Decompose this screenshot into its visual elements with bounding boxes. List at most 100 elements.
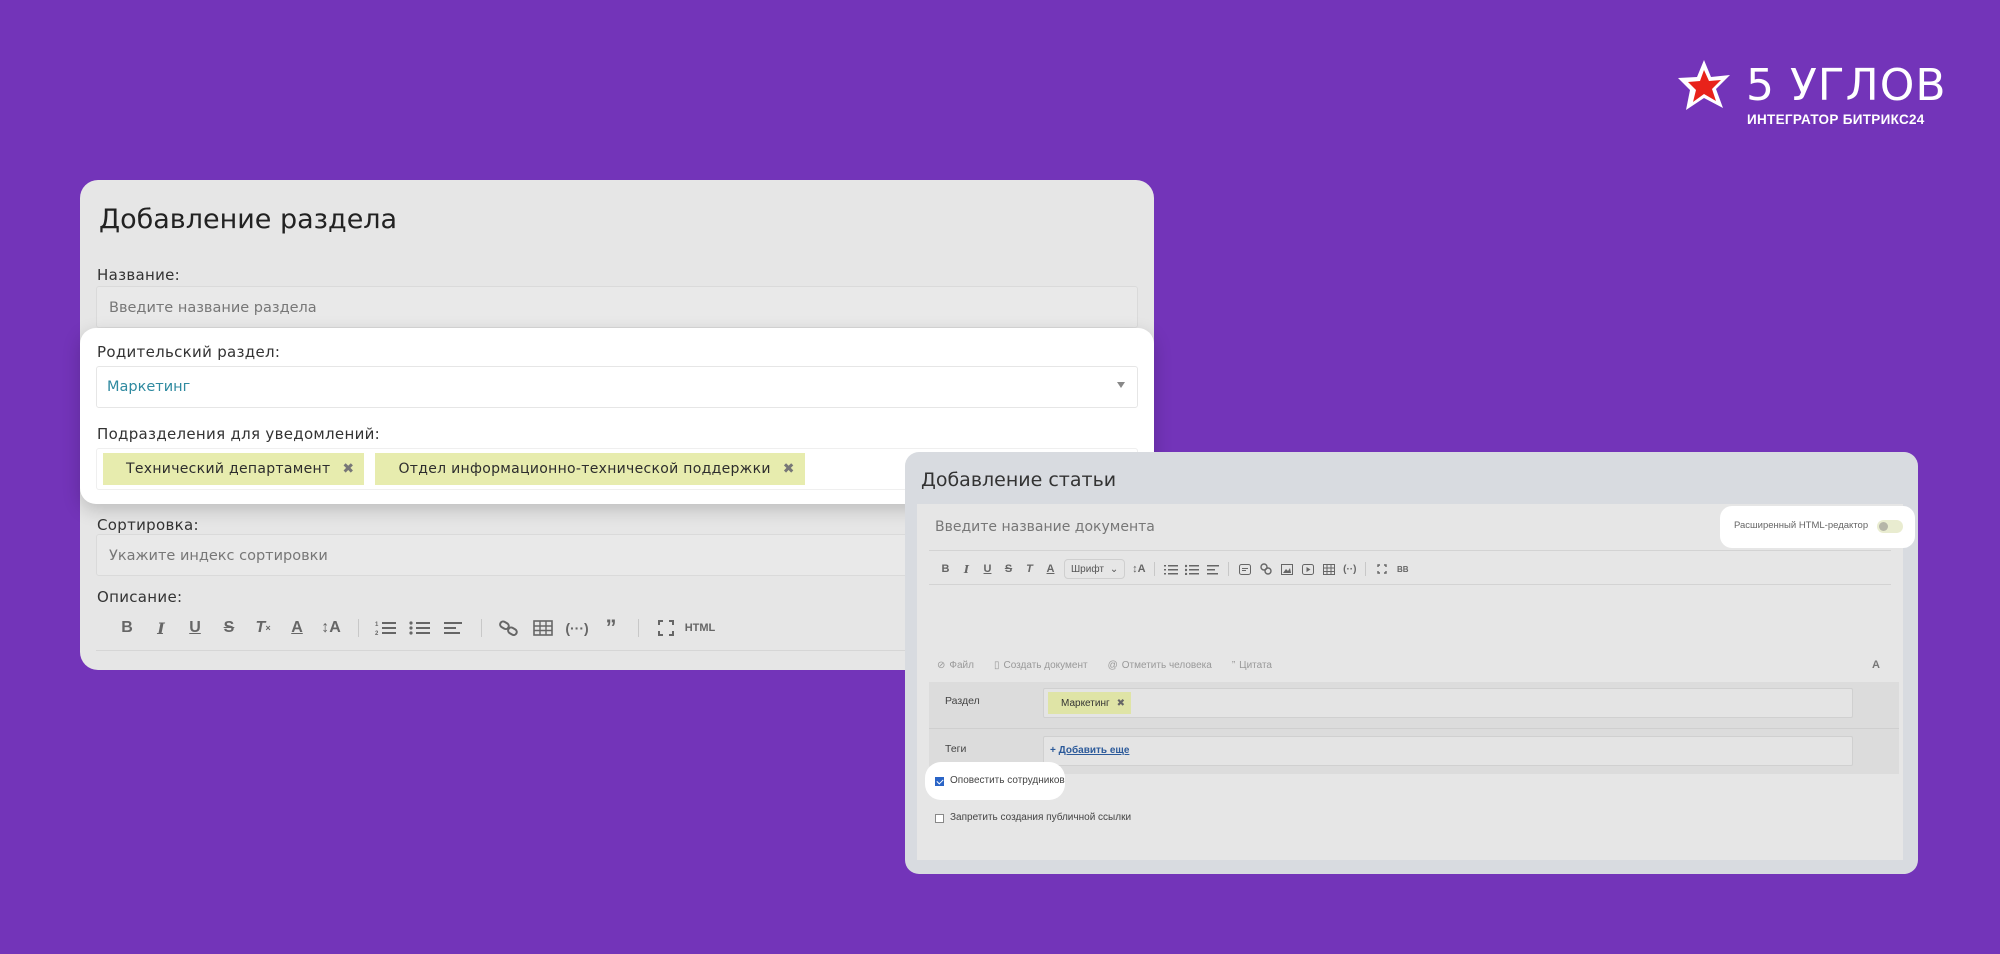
brand-tagline: ИНТЕГРАТОР БИТРИКС24 — [1747, 112, 1925, 127]
chevron-down-icon: ⌄ — [1109, 563, 1119, 575]
bold-icon[interactable]: B — [935, 559, 956, 579]
parent-section-label: Родительский раздел: — [97, 343, 281, 361]
ordered-list-icon[interactable]: 12 — [369, 616, 403, 640]
toolbar-divider — [481, 619, 482, 637]
description-toolbar: B I U S T × A ↕A 12 (···) ” HTML — [110, 615, 717, 640]
section-name-input[interactable]: Введите название раздела — [96, 286, 1138, 328]
image-icon[interactable] — [1276, 559, 1297, 579]
strikethrough-icon[interactable]: S — [998, 559, 1019, 579]
italic-icon[interactable]: I — [144, 616, 178, 640]
sort-label: Сортировка: — [97, 516, 199, 534]
add-more-tags-link[interactable]: + Добавить еще — [1050, 745, 1129, 756]
smiley-icon[interactable] — [1234, 559, 1255, 579]
forbid-public-link-checkbox[interactable] — [935, 814, 944, 823]
tags-field-label: Теги — [945, 743, 967, 755]
department-tag: Технический департамент ✖ — [103, 453, 365, 485]
bullet-list-icon[interactable] — [1181, 559, 1202, 579]
ordered-list-icon[interactable] — [1160, 559, 1181, 579]
description-label: Описание: — [97, 588, 183, 606]
tags-field-box[interactable]: + Добавить еще — [1043, 736, 1853, 766]
table-icon[interactable] — [526, 616, 560, 640]
parent-section-select[interactable]: Маркетинг — [96, 366, 1138, 408]
align-icon[interactable] — [1202, 559, 1223, 579]
link-icon[interactable] — [492, 616, 526, 640]
clear-format-icon[interactable]: T × — [246, 616, 280, 640]
strikethrough-icon[interactable]: S — [212, 616, 246, 640]
article-toolbar: B I U S T A Шрифт ⌄ ↕A (··) BB — [935, 559, 1413, 579]
link-icon[interactable] — [1255, 559, 1276, 579]
remove-tag-icon[interactable]: ✖ — [1117, 698, 1125, 709]
toolbar-divider — [638, 619, 639, 637]
quote-action[interactable]: ” Цитата — [1232, 660, 1272, 671]
align-icon[interactable] — [437, 616, 471, 640]
toolbar-divider — [1365, 562, 1367, 576]
notify-employees-checkbox[interactable] — [935, 777, 944, 786]
article-meta-fields: Раздел Маркетинг ✖ Теги + Добавить еще — [929, 682, 1899, 774]
html-mode-button[interactable]: HTML — [683, 616, 717, 640]
html-editor-switch[interactable] — [1877, 520, 1903, 533]
table-icon[interactable] — [1318, 559, 1339, 579]
quote-label: Цитата — [1239, 660, 1272, 671]
font-dropdown[interactable]: Шрифт ⌄ — [1064, 559, 1126, 579]
add-more-label: Добавить еще — [1058, 745, 1130, 756]
article-editor: Введите название документа Расширенный H… — [917, 504, 1915, 860]
italic-icon[interactable]: I — [956, 559, 977, 579]
quote-icon[interactable]: ” — [594, 615, 628, 640]
code-icon[interactable]: (···) — [560, 616, 594, 640]
section-field-label: Раздел — [945, 695, 980, 707]
title-divider — [929, 550, 1891, 551]
fullscreen-icon[interactable] — [1371, 559, 1392, 579]
dropdown-caret-icon — [1117, 382, 1125, 388]
font-color-icon[interactable]: A — [280, 616, 314, 640]
bold-icon[interactable]: B — [110, 616, 144, 640]
attach-file-action[interactable]: ⊘ Файл — [937, 660, 974, 671]
fullscreen-icon[interactable] — [649, 616, 683, 640]
create-document-label: Создать документ — [1003, 660, 1088, 671]
brand-name: 5 УГЛОВ — [1746, 60, 1947, 111]
create-document-action[interactable]: ▯ Создать документ — [994, 660, 1088, 671]
section-field-box[interactable]: Маркетинг ✖ — [1043, 688, 1853, 718]
underline-icon[interactable]: U — [977, 559, 998, 579]
mention-action[interactable]: @ Отметить человека — [1108, 660, 1212, 671]
remove-tag-icon[interactable]: ✖ — [783, 461, 795, 477]
brand-logo: 5 УГЛОВ ИНТЕГРАТОР БИТРИКС24 — [1676, 56, 1946, 130]
code-icon[interactable]: (··) — [1339, 559, 1360, 579]
toolbar-divider — [1154, 562, 1156, 576]
name-label: Название: — [97, 266, 181, 284]
bullet-list-icon[interactable] — [403, 616, 437, 640]
video-icon[interactable] — [1297, 559, 1318, 579]
section-form-title: Добавление раздела — [99, 204, 398, 235]
font-color-icon[interactable]: A — [1040, 559, 1061, 579]
document-title-input[interactable]: Введите название документа — [935, 519, 1155, 535]
clear-format-icon[interactable]: T — [1019, 559, 1040, 579]
svg-text:2: 2 — [375, 631, 379, 636]
notify-employees-label: Оповестить сотрудников — [950, 775, 1065, 786]
article-actions: ⊘ Файл ▯ Создать документ @ Отметить челове… — [937, 660, 1272, 671]
html-editor-label: Расширенный HTML-редактор — [1734, 520, 1869, 531]
document-icon: ▯ — [993, 660, 1000, 671]
department-tag: Отдел информационно-технической поддержк… — [375, 453, 805, 485]
departments-label: Подразделения для уведомлений: — [97, 425, 381, 443]
toolbar-divider — [1228, 562, 1230, 576]
plus-icon: + — [1050, 745, 1059, 756]
font-size-icon[interactable]: ↕A — [1128, 559, 1149, 579]
remove-tag-icon[interactable]: ✖ — [342, 461, 354, 477]
article-form-title: Добавление статьи — [921, 469, 1117, 491]
quote-icon: ” — [1231, 660, 1236, 671]
notify-employees-card: Оповестить сотрудников — [925, 762, 1065, 800]
font-dropdown-label: Шрифт — [1071, 563, 1104, 575]
add-article-panel: Добавление статьи Введите название докум… — [905, 452, 1918, 874]
font-size-icon[interactable]: ↕A — [314, 616, 348, 640]
department-tag-label: Отдел информационно-технической поддержк… — [398, 461, 771, 477]
fields-divider — [929, 728, 1899, 729]
html-editor-toggle-card: Расширенный HTML-редактор — [1720, 506, 1915, 548]
underline-icon[interactable]: U — [178, 616, 212, 640]
text-format-button[interactable]: A — [1872, 659, 1880, 671]
section-tag: Маркетинг ✖ — [1048, 692, 1132, 714]
mention-label: Отметить человека — [1121, 660, 1212, 671]
section-tag-label: Маркетинг — [1061, 697, 1110, 709]
parent-section-value: Маркетинг — [107, 379, 191, 395]
bbcode-icon[interactable]: BB — [1392, 559, 1413, 579]
toolbar-divider-line — [929, 584, 1891, 585]
toolbar-divider — [358, 619, 359, 637]
